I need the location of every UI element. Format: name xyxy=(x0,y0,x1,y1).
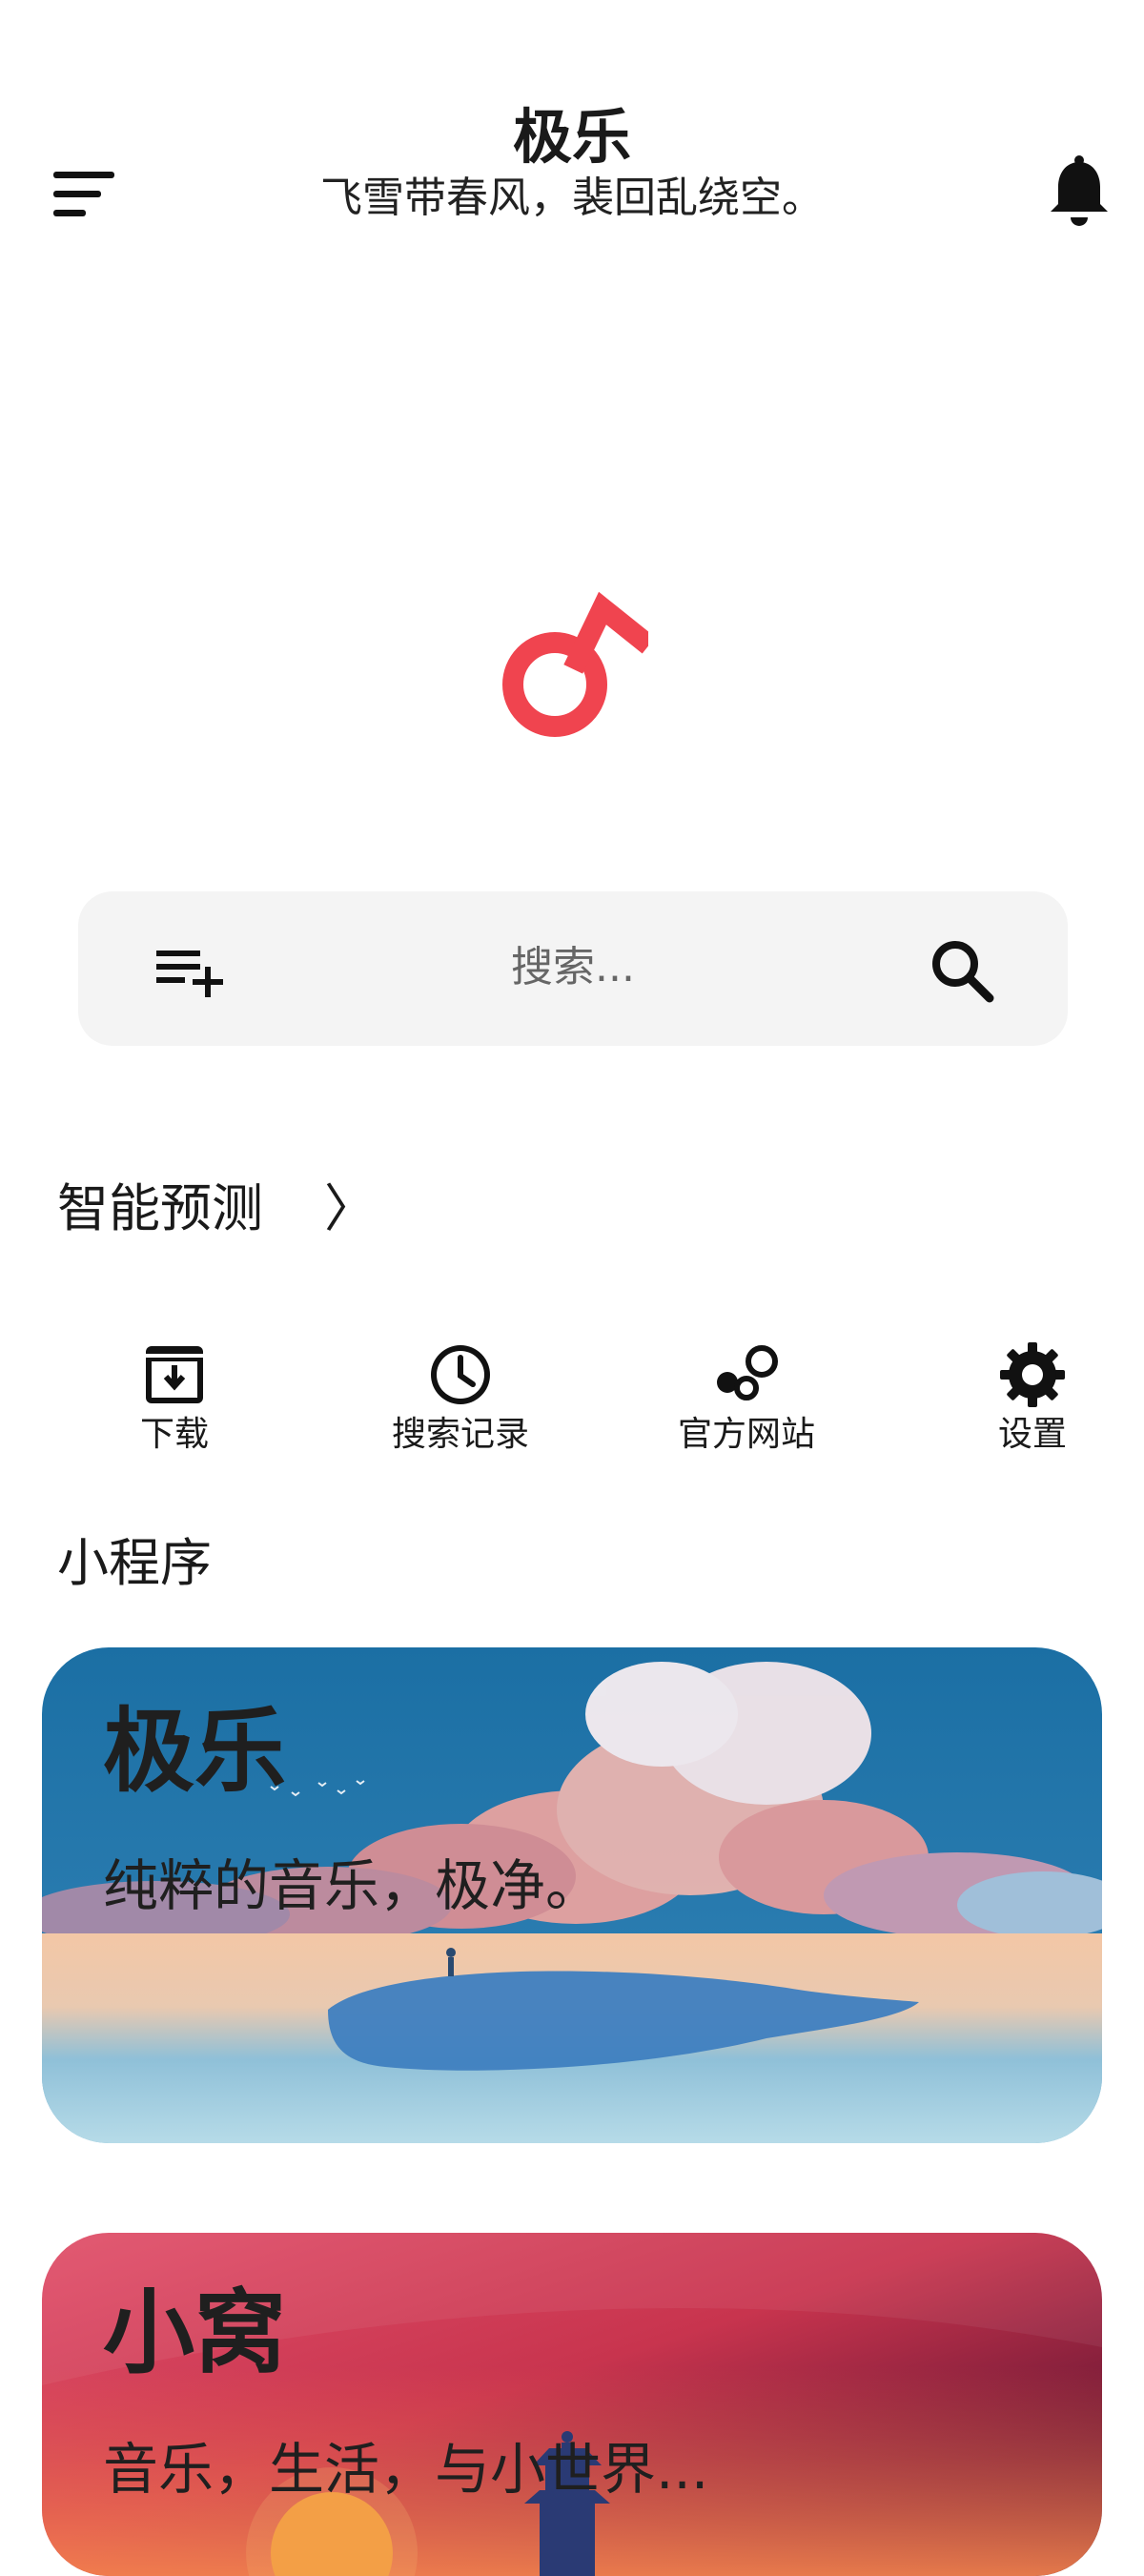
download-label: 下载 xyxy=(139,1415,209,1454)
smart-prediction-link[interactable]: 智能预测 〉 xyxy=(57,1171,381,1247)
card-subtitle: 音乐，生活，与小世界... xyxy=(103,2437,709,2502)
app-logo xyxy=(496,591,656,744)
download-button[interactable]: 下载 xyxy=(60,1335,289,1478)
gear-icon xyxy=(1000,1342,1065,1407)
settings-label: 设置 xyxy=(997,1415,1067,1454)
mini-program-card-xiaowo[interactable]: 小窝 音乐，生活，与小世界... xyxy=(42,2233,1102,2576)
card-title: 小窝 xyxy=(103,2280,286,2386)
settings-button[interactable]: 设置 xyxy=(918,1335,1144,1478)
search-history-label: 搜索记录 xyxy=(391,1415,529,1454)
smart-prediction-label: 智能预测 xyxy=(57,1178,263,1238)
mini-programs-title: 小程序 xyxy=(57,1533,212,1593)
search-input[interactable]: 搜索... xyxy=(78,937,1068,998)
app-title: 极乐 xyxy=(512,102,631,172)
bubbles-icon xyxy=(717,1345,778,1400)
official-website-button[interactable]: 官方网站 xyxy=(632,1335,861,1478)
download-box-icon xyxy=(146,1346,203,1403)
mini-program-card-jile[interactable]: 极乐 纯粹的音乐，极净。 xyxy=(42,1647,1102,2143)
search-bar[interactable]: 搜索... xyxy=(78,891,1068,1046)
search-icon xyxy=(932,941,994,1003)
bell-icon xyxy=(1051,155,1108,226)
search-button[interactable] xyxy=(925,933,1001,1010)
search-history-button[interactable]: 搜索记录 xyxy=(346,1335,575,1478)
app-subtitle: 飞雪带春风，裴回乱绕空。 xyxy=(320,174,824,222)
official-website-label: 官方网站 xyxy=(677,1415,815,1454)
card-title: 极乐 xyxy=(103,1698,286,1805)
chevron-right-icon: 〉 xyxy=(324,1178,376,1238)
card-subtitle: 纯粹的音乐，极净。 xyxy=(103,1853,602,1918)
clock-icon xyxy=(431,1345,490,1404)
notification-button[interactable] xyxy=(1039,153,1119,233)
